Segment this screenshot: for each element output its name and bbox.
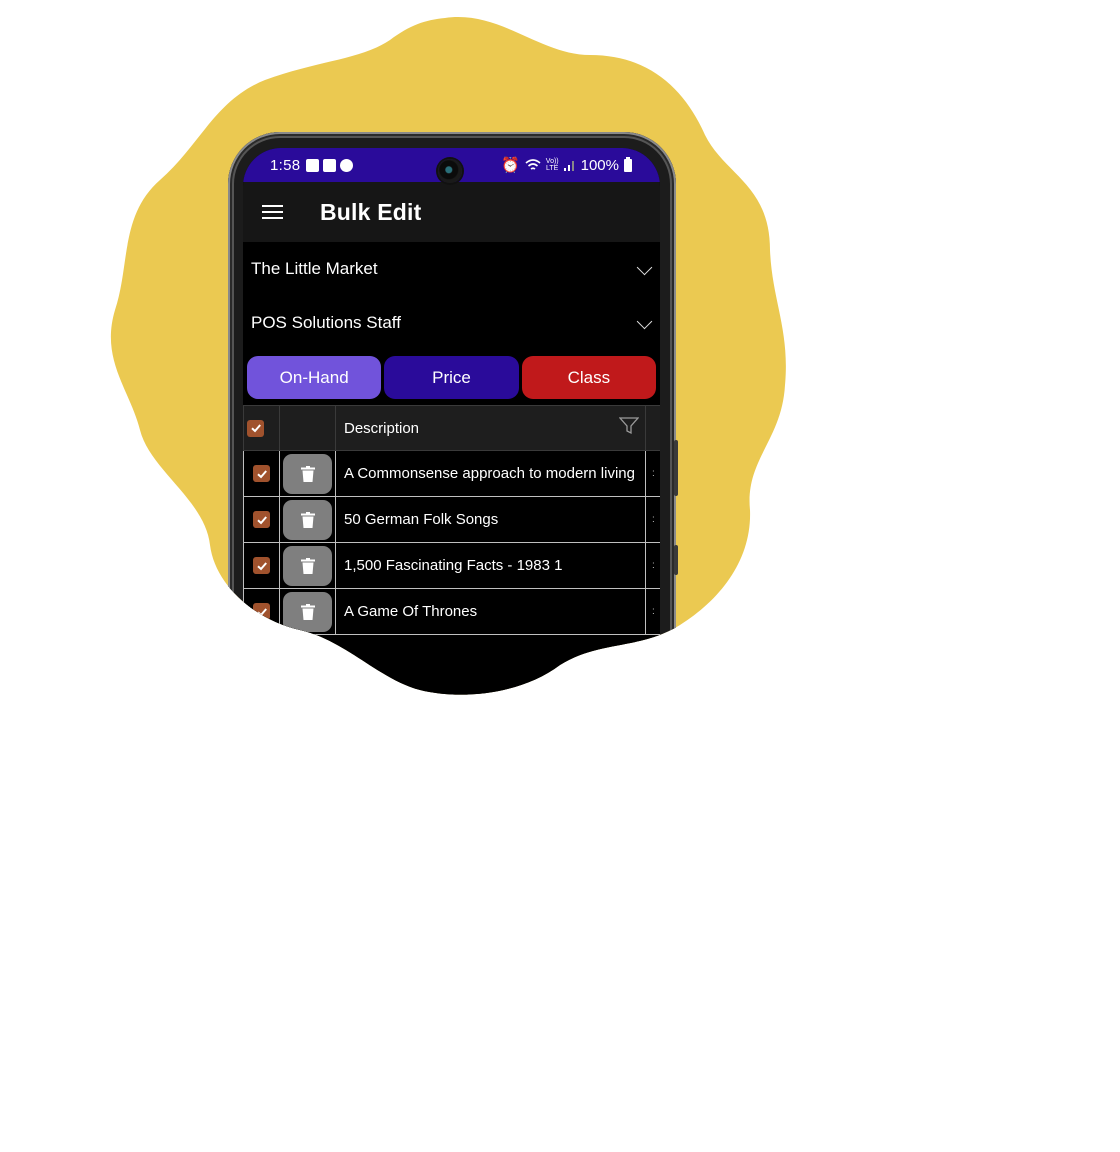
phone-side-button	[674, 440, 678, 496]
store-picker-label: The Little Market	[251, 259, 378, 278]
delete-column-header	[280, 406, 336, 451]
description-header-label: Description	[344, 419, 420, 437]
select-all-checkbox[interactable]	[247, 420, 264, 437]
row-description[interactable]: 50 German Folk Songs	[336, 497, 646, 543]
row-delete-cell	[280, 497, 336, 543]
row-description[interactable]: A Commonsense approach to modern living	[336, 451, 646, 497]
row-next-cell: :	[646, 543, 661, 589]
store-picker[interactable]: The Little Market	[243, 242, 660, 296]
row-next-cell: :	[646, 497, 661, 543]
status-time: 1:58	[270, 156, 301, 174]
signal-icon	[564, 159, 576, 171]
select-all-cell	[244, 406, 280, 451]
tab-on-hand[interactable]: On-Hand	[247, 356, 381, 399]
cast-icon	[323, 159, 336, 172]
row-select-cell	[244, 497, 280, 543]
delete-row-button[interactable]	[283, 454, 332, 494]
trash-icon	[301, 558, 315, 574]
tab-price[interactable]: Price	[384, 356, 518, 399]
checkmark-icon	[250, 422, 262, 434]
delete-row-button[interactable]	[283, 500, 332, 540]
gallery-icon	[306, 159, 319, 172]
row-description[interactable]: 1,500 Fascinating Facts - 1983 1	[336, 543, 646, 589]
front-camera	[438, 159, 462, 183]
app-bar: Bulk Edit	[243, 182, 660, 242]
delete-row-button[interactable]	[283, 592, 332, 632]
row-checkbox[interactable]	[253, 511, 270, 528]
row-delete-cell	[280, 543, 336, 589]
table-header-row: Description	[244, 406, 661, 451]
table-row: 1,500 Fascinating Facts - 1983 1 :	[244, 543, 661, 589]
row-checkbox[interactable]	[253, 557, 270, 574]
filter-icon[interactable]	[619, 417, 639, 435]
shazam-icon	[340, 159, 353, 172]
row-delete-cell	[280, 451, 336, 497]
staff-picker-label: POS Solutions Staff	[251, 313, 401, 332]
chevron-down-icon	[637, 313, 653, 329]
phone-side-button	[674, 545, 678, 575]
checkmark-icon	[256, 560, 268, 572]
description-column-header[interactable]: Description	[336, 406, 646, 451]
promo-graphic: 1:58 ⏰ Vo)) LTE 100% Bulk Edit The Littl…	[0, 0, 1120, 1152]
status-bar: 1:58 ⏰ Vo)) LTE 100%	[243, 148, 660, 182]
table-row: A Game Of Thrones :	[244, 589, 661, 635]
trash-icon	[301, 466, 315, 482]
hamburger-menu-icon[interactable]	[262, 204, 283, 220]
chevron-down-icon	[637, 259, 653, 275]
table-row: 50 German Folk Songs :	[244, 497, 661, 543]
trash-icon	[301, 604, 315, 620]
staff-picker[interactable]: POS Solutions Staff	[243, 296, 660, 350]
row-next-cell: :	[646, 589, 661, 635]
checkmark-icon	[256, 468, 268, 480]
status-right-group: ⏰ Vo)) LTE 100%	[501, 148, 632, 182]
tab-class[interactable]: Class	[522, 356, 656, 399]
battery-icon	[624, 159, 632, 172]
volte-icon: Vo)) LTE	[546, 158, 559, 172]
row-description[interactable]: A Game Of Thrones	[336, 589, 646, 635]
edit-mode-tabs: On-Hand Price Class	[243, 350, 660, 405]
wifi-icon	[525, 159, 541, 172]
table-row: A Commonsense approach to modern living …	[244, 451, 661, 497]
checkmark-icon	[256, 514, 268, 526]
row-select-cell	[244, 543, 280, 589]
items-table: Description A Commonsense approach to mo…	[243, 405, 660, 635]
battery-percent: 100%	[580, 156, 619, 174]
page-title: Bulk Edit	[320, 198, 422, 225]
row-checkbox[interactable]	[253, 465, 270, 482]
volte-text-bottom: LTE	[546, 165, 559, 172]
alarm-icon: ⏰	[501, 157, 520, 174]
next-column-header	[646, 406, 661, 451]
trash-icon	[301, 512, 315, 528]
row-select-cell	[244, 451, 280, 497]
volte-text-top: Vo))	[545, 158, 559, 165]
row-next-cell: :	[646, 451, 661, 497]
delete-row-button[interactable]	[283, 546, 332, 586]
